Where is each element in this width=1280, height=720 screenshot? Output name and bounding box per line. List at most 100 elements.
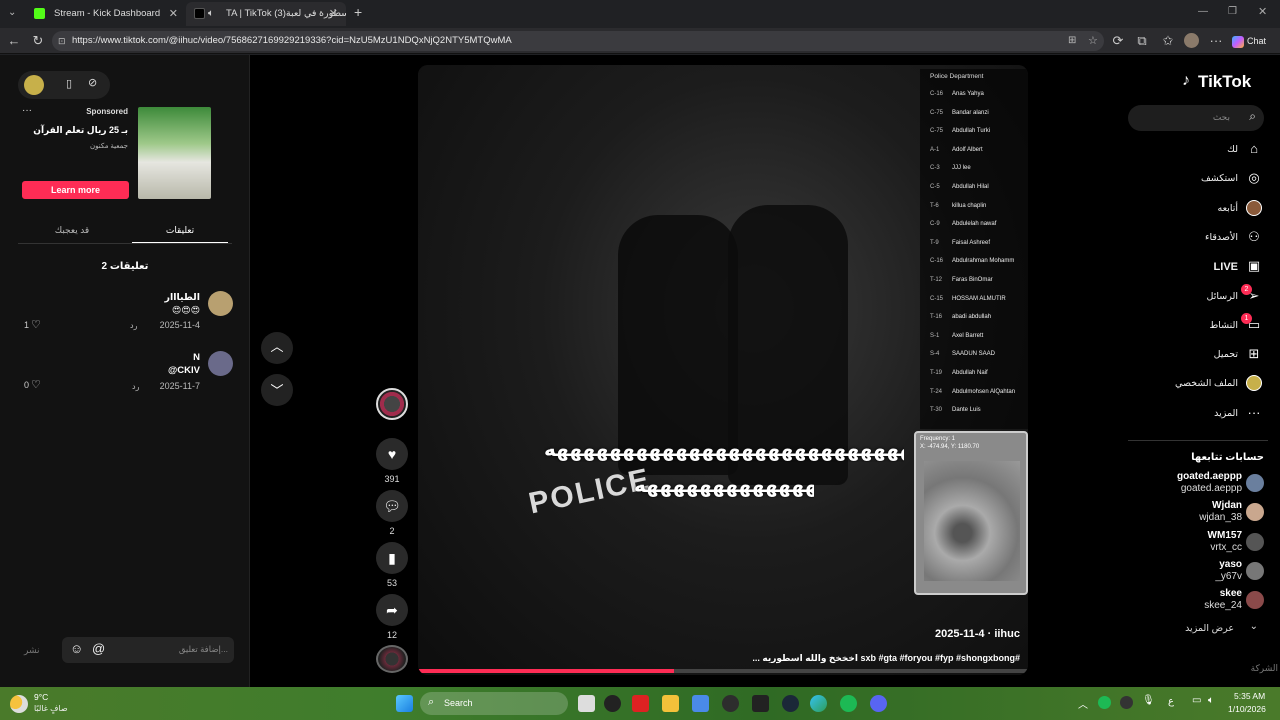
network-icon[interactable]: ▭ (1192, 695, 1201, 706)
tab-tiktok-video[interactable]: 🔈︎ TA | TikTok ‏أسطورة في لعبة(3) ✕ (186, 2, 346, 26)
clock-date[interactable]: 1/10/2026 (1228, 704, 1266, 714)
comment-avatar[interactable] (208, 291, 233, 316)
comment-reply-button[interactable]: رد (132, 382, 139, 391)
nav-item-4[interactable]: LIVE (1214, 261, 1238, 273)
following-avatar[interactable] (1246, 503, 1264, 522)
split-icon[interactable]: ⧉ (1134, 33, 1150, 49)
favorites-icon[interactable]: ✩ (1160, 33, 1176, 49)
comment-reply-button[interactable]: رد (130, 321, 137, 330)
close-window-icon[interactable]: ✕ (1258, 5, 1267, 18)
heart-outline-icon[interactable]: ♡ (31, 318, 41, 331)
nav-item-5[interactable]: الرسائل (1207, 291, 1238, 302)
heart-outline-icon[interactable]: ♡ (31, 378, 41, 391)
extensions-icon[interactable]: ⟳ (1110, 33, 1126, 49)
ad-thumbnail[interactable] (138, 107, 211, 199)
nav-item-3[interactable]: الأصدقاء (1205, 232, 1238, 243)
following-avatar[interactable] (1246, 561, 1264, 580)
video-player[interactable]: POLICE Police Department C-16 Anas Yahya C… (418, 65, 1028, 675)
nav-item-7[interactable]: تحميل (1214, 349, 1238, 360)
live-icon[interactable]: ▣ (1246, 258, 1262, 274)
sound-disc-icon[interactable] (376, 645, 408, 673)
compass-icon[interactable]: ◎ (1246, 170, 1262, 186)
nav-item-1[interactable]: استكشف (1201, 173, 1238, 184)
share-button[interactable]: ➦ (376, 594, 408, 626)
search-input[interactable]: بحث ⌕ (1128, 105, 1264, 131)
new-tab-icon[interactable]: + (354, 4, 362, 20)
speaker-icon[interactable]: 🔈︎ (208, 2, 214, 26)
comment-username[interactable]: N (100, 352, 200, 363)
show-more-link[interactable]: عرض المزيد (1185, 623, 1234, 634)
following-name[interactable]: skee (1220, 588, 1242, 599)
following-avatar[interactable] (1246, 591, 1264, 610)
tab-you-may-like[interactable]: قد يعجبك (22, 225, 122, 236)
creator-avatar[interactable] (376, 388, 408, 420)
reader-icon[interactable]: ⊞ (1068, 31, 1076, 51)
following-avatar-icon[interactable] (1246, 199, 1262, 216)
clock-time[interactable]: 5:35 AM (1234, 691, 1265, 701)
store-icon[interactable] (692, 695, 709, 712)
obs-icon[interactable] (604, 695, 621, 712)
discord-icon[interactable] (870, 695, 887, 712)
tab-comments[interactable]: تعليقات (132, 225, 228, 236)
following-name[interactable]: goated.aeppp (1177, 471, 1242, 482)
weather-icon[interactable] (10, 695, 28, 713)
creator-avatar[interactable] (24, 75, 44, 95)
following-name[interactable]: yaso (1219, 559, 1242, 570)
bookmark-button[interactable]: ▮ (376, 542, 408, 574)
comment-avatar[interactable] (208, 351, 233, 376)
site-info-icon[interactable]: ⊡ (58, 31, 66, 51)
following-avatar[interactable] (1246, 532, 1264, 551)
video-progress-track[interactable] (418, 669, 1028, 673)
minimize-icon[interactable]: — (1198, 6, 1208, 17)
home-icon[interactable]: ⌂ (1246, 141, 1262, 157)
chevron-down-icon[interactable]: ⌄ (1250, 621, 1258, 632)
comment-input[interactable]: إضافة تعليق... @ ☺ (62, 637, 234, 663)
steam-icon[interactable] (782, 695, 799, 712)
ad-more-icon[interactable]: ··· (22, 105, 32, 116)
previous-video-button[interactable]: ︿ (261, 332, 293, 364)
compass-small-icon[interactable]: ⊘ (88, 76, 97, 89)
favorite-star-icon[interactable]: ☆ (1088, 31, 1098, 51)
like-button[interactable]: ♥ (376, 438, 408, 470)
learn-more-button[interactable]: Learn more (22, 181, 129, 199)
maximize-icon[interactable]: ❐ (1228, 6, 1237, 17)
file-explorer-icon[interactable] (662, 695, 679, 712)
nav-item-6[interactable]: النشاط (1209, 320, 1238, 331)
app-red-icon[interactable] (632, 695, 649, 712)
profile-avatar-icon[interactable] (1184, 33, 1199, 48)
reload-icon[interactable]: ↻ (30, 33, 46, 49)
search-icon[interactable]: ⌕ (1249, 109, 1256, 124)
comment-button[interactable]: 💬︎ (376, 490, 408, 522)
comment-username[interactable]: الطيااار (100, 292, 200, 303)
more-options-icon[interactable]: ··· (1208, 33, 1224, 49)
friends-icon[interactable]: ⚇ (1246, 229, 1262, 245)
post-comment-button[interactable]: نشر (24, 645, 40, 656)
copilot-chat-button[interactable]: Chat (1232, 32, 1276, 50)
following-avatar[interactable] (1246, 474, 1264, 492)
tab-kick-dashboard[interactable]: Stream - Kick Dashboard ✕ (24, 2, 186, 26)
windows-start-icon[interactable] (396, 695, 413, 712)
address-bar-input[interactable]: ⊡ https://www.tiktok.com/@iihuc/video/75… (52, 31, 1104, 51)
mic-icon[interactable]: 🎙︎ (1142, 695, 1155, 706)
nav-item-8[interactable]: الملف الشخصي (1175, 378, 1238, 389)
more-icon[interactable]: ··· (1246, 405, 1262, 421)
company-link[interactable]: الشركة (1251, 663, 1278, 674)
device-icon[interactable]: ▯ (66, 77, 72, 90)
following-name[interactable]: Wjdan (1212, 500, 1242, 511)
edge-icon[interactable] (810, 695, 827, 712)
nav-item-9[interactable]: المزيد (1214, 408, 1238, 419)
emoji-icon[interactable]: ☺ (70, 641, 83, 656)
following-name[interactable]: WM157 (1208, 530, 1242, 541)
nav-item-0[interactable]: لك (1227, 144, 1238, 155)
tray-chevron-icon[interactable]: ︿ (1078, 696, 1088, 711)
profile-icon[interactable] (1246, 375, 1262, 392)
upload-icon[interactable]: ⊞ (1246, 346, 1262, 362)
tab-menu-chevron-icon[interactable]: ⌄ (8, 7, 16, 18)
nav-item-2[interactable]: أتابعه (1218, 203, 1239, 214)
epic-games-icon[interactable] (752, 695, 769, 712)
tray-app-icon[interactable] (1098, 696, 1111, 709)
spotify-icon[interactable] (840, 695, 857, 712)
next-video-button[interactable]: ﹀ (261, 374, 293, 406)
taskbar-search[interactable]: ⌕ Search (420, 692, 568, 715)
mention-icon[interactable]: @ (92, 641, 105, 656)
